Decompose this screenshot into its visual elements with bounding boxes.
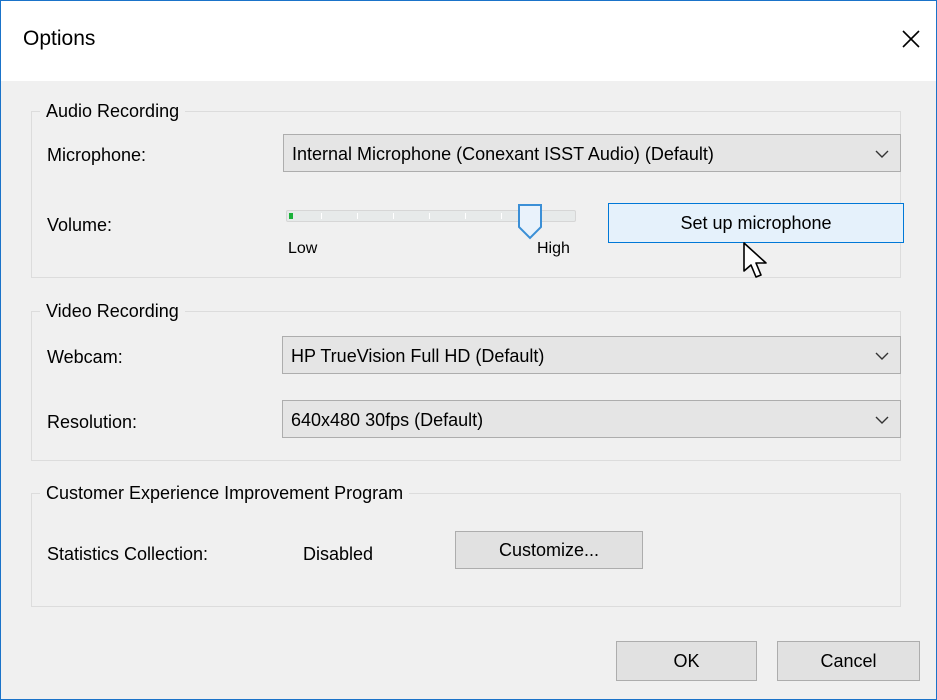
slider-tick: [501, 213, 502, 219]
mouse-pointer-icon: [743, 242, 767, 278]
volume-slider-thumb[interactable]: [517, 203, 543, 241]
ceip-title: Customer Experience Improvement Program: [40, 481, 410, 505]
volume-low-label: Low: [288, 240, 318, 257]
cancel-button[interactable]: Cancel: [777, 641, 920, 681]
microphone-select-value: Internal Microphone (Conexant ISST Audio…: [292, 144, 714, 164]
chevron-down-icon: [875, 150, 889, 158]
customize-button[interactable]: Customize...: [455, 531, 643, 569]
set-up-microphone-button[interactable]: Set up microphone: [608, 203, 904, 243]
volume-level-fill: [289, 213, 293, 219]
audio-recording-title: Audio Recording: [40, 99, 186, 123]
options-dialog: Options Audio Recording Microphone: Inte…: [0, 0, 937, 700]
chevron-down-icon: [875, 352, 889, 360]
resolution-label: Resolution:: [47, 412, 138, 432]
close-icon: [902, 30, 920, 48]
volume-high-label: High: [537, 240, 570, 257]
video-recording-title: Video Recording: [40, 299, 185, 323]
resolution-select-value: 640x480 30fps (Default): [291, 410, 484, 430]
ok-button[interactable]: OK: [616, 641, 757, 681]
statistics-collection-label: Statistics Collection:: [47, 544, 209, 564]
webcam-select[interactable]: HP TrueVision Full HD (Default): [282, 336, 901, 374]
resolution-select[interactable]: 640x480 30fps (Default): [282, 400, 901, 438]
chevron-down-icon: [875, 416, 889, 424]
volume-label: Volume:: [47, 215, 113, 235]
microphone-select[interactable]: Internal Microphone (Conexant ISST Audio…: [283, 134, 901, 172]
title-bar: Options: [1, 1, 936, 81]
dialog-title: Options: [23, 27, 96, 50]
slider-tick: [357, 213, 358, 219]
webcam-label: Webcam:: [47, 347, 123, 367]
webcam-select-value: HP TrueVision Full HD (Default): [291, 346, 545, 366]
slider-tick: [321, 213, 322, 219]
slider-tick: [465, 213, 466, 219]
statistics-collection-value: Disabled: [303, 544, 374, 564]
slider-tick: [429, 213, 430, 219]
slider-tick: [393, 213, 394, 219]
video-recording-group: Video Recording: [31, 299, 901, 461]
close-button[interactable]: [887, 15, 935, 63]
microphone-label: Microphone:: [47, 145, 147, 165]
